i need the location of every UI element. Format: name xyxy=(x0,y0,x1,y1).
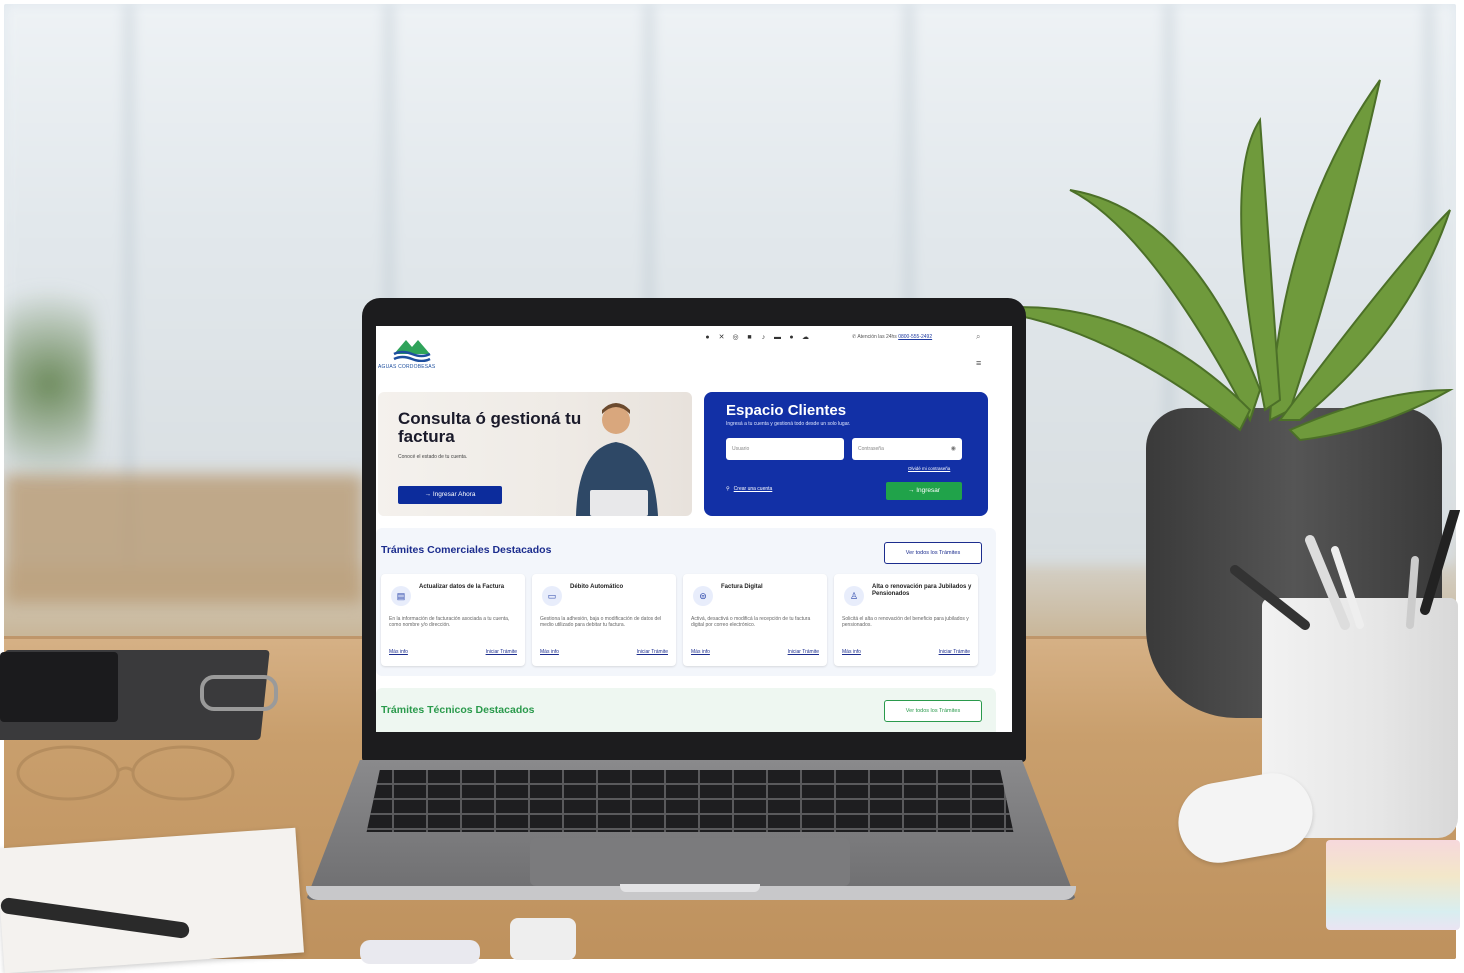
show-password-icon[interactable]: ◉ xyxy=(951,438,956,460)
logo-text: AGUAS CORDOBESAS xyxy=(378,364,436,370)
see-all-technical-button[interactable]: Ver todos los Trámites xyxy=(884,700,982,722)
binder-clip xyxy=(200,675,278,711)
whatsapp-icon[interactable]: ● xyxy=(788,334,795,341)
phone-contact: ✆ Atención las 24hs 0800-555-2492 xyxy=(852,334,932,340)
cloud-icon[interactable]: ☁ xyxy=(802,334,809,341)
sticky-notes xyxy=(1326,840,1460,930)
instagram-icon[interactable]: ◎ xyxy=(732,334,739,341)
tiktok-icon[interactable]: ♪ xyxy=(760,334,767,341)
more-info-link[interactable]: Más info xyxy=(842,649,861,655)
more-info-link[interactable]: Más info xyxy=(540,649,559,655)
background-plant xyxy=(4,254,94,514)
pens xyxy=(1230,510,1460,630)
correction-pen xyxy=(360,940,480,964)
forgot-password-link[interactable]: Olvidé mi contraseña xyxy=(908,466,950,471)
technical-procedures-section: Trámites Técnicos Destacados Ver todos l… xyxy=(376,688,996,732)
start-procedure-link[interactable]: Iniciar Trámite xyxy=(486,649,517,655)
logo-mountain-icon[interactable] xyxy=(392,334,432,362)
hamburger-menu-icon[interactable]: ≡ xyxy=(976,358,981,368)
phone-number-link[interactable]: 0800-555-2492 xyxy=(898,334,932,340)
card-description: En la información de facturación asociad… xyxy=(389,616,510,628)
more-info-link[interactable]: Más info xyxy=(691,649,710,655)
card-title: Alta o renovación para Jubilados y Pensi… xyxy=(872,584,972,597)
commercial-procedures-section: Trámites Comerciales Destacados Ver todo… xyxy=(376,528,996,676)
create-account: ⚲ Crear una cuenta xyxy=(726,486,772,492)
man-with-laptop-photo xyxy=(576,403,658,516)
password-placeholder: Contraseña xyxy=(858,446,884,452)
x-icon[interactable]: ✕ xyxy=(718,334,725,341)
document-icon: ▤ xyxy=(391,586,411,606)
card-description: Solicitá el alta o renovación del benefi… xyxy=(842,616,969,628)
password-input[interactable]: Contraseña ◉ xyxy=(852,438,962,460)
card-description: Activá, desactivá o modificá la recepció… xyxy=(691,616,811,628)
phone-prefix: Atención las 24hs xyxy=(857,334,897,340)
see-all-commercial-button[interactable]: Ver todos los Trámites xyxy=(884,542,982,564)
paper-notepad xyxy=(0,827,304,973)
site-header: AGUAS CORDOBESAS ● ✕ ◎ ■ ♪ ▬ ● ☁ ✆ Atenc… xyxy=(376,326,1012,386)
procedure-card: ⊜ Factura Digital Activá, desactivá o mo… xyxy=(683,574,827,666)
ingresar-ahora-button[interactable]: → Ingresar Ahora xyxy=(398,486,502,504)
start-procedure-link[interactable]: Iniciar Trámite xyxy=(637,649,668,655)
hero-subtitle: Conocé el estado de tu cuenta. xyxy=(398,454,468,460)
plant-leaves xyxy=(980,79,1454,442)
start-procedure-link[interactable]: Iniciar Trámite xyxy=(939,649,970,655)
create-account-link[interactable]: Crear una cuenta xyxy=(734,486,773,492)
facebook-icon[interactable]: ● xyxy=(704,334,711,341)
invoice-hero-banner: Consulta ó gestioná tu factura Conocé el… xyxy=(378,392,692,516)
more-info-link[interactable]: Más info xyxy=(389,649,408,655)
card-title: Factura Digital xyxy=(721,584,763,590)
youtube-icon[interactable]: ▬ xyxy=(774,334,781,341)
procedure-card: ♙ Alta o renovación para Jubilados y Pen… xyxy=(834,574,978,666)
technical-section-title: Trámites Técnicos Destacados xyxy=(381,704,535,716)
website: AGUAS CORDOBESAS ● ✕ ◎ ■ ♪ ▬ ● ☁ ✆ Atenc… xyxy=(376,326,1012,732)
trackpad[interactable] xyxy=(530,838,850,886)
clients-subtitle: Ingresá a tu cuenta y gestioná todo desd… xyxy=(726,421,851,427)
login-button[interactable]: → Ingresar xyxy=(886,482,962,500)
client-login-panel: Espacio Clientes Ingresá a tu cuenta y g… xyxy=(704,392,988,516)
card-description: Gestiona la adhesión, baja o modificació… xyxy=(540,616,662,628)
search-icon[interactable]: ⌕ xyxy=(976,332,980,342)
procedure-card: ▭ Débito Automático Gestiona la adhesión… xyxy=(532,574,676,666)
laptop-notch xyxy=(620,884,760,892)
clients-title: Espacio Clientes xyxy=(726,402,847,419)
black-notebook xyxy=(0,652,118,722)
start-procedure-link[interactable]: Iniciar Trámite xyxy=(788,649,819,655)
card-title: Actualizar datos de la Factura xyxy=(419,584,505,590)
username-input[interactable]: Usuario xyxy=(726,438,844,460)
person-icon: ♙ xyxy=(844,586,864,606)
digital-invoice-icon: ⊜ xyxy=(693,586,713,606)
commercial-cards: ▤ Actualizar datos de la Factura En la i… xyxy=(381,574,978,666)
card-icon: ▭ xyxy=(542,586,562,606)
user-add-icon: ⚲ xyxy=(726,486,730,492)
eyeglasses xyxy=(16,745,235,801)
procedure-card: ▤ Actualizar datos de la Factura En la i… xyxy=(381,574,525,666)
social-links: ● ✕ ◎ ■ ♪ ▬ ● ☁ xyxy=(704,334,809,341)
commercial-section-title: Trámites Comerciales Destacados xyxy=(381,544,552,556)
keyboard-rows xyxy=(366,770,1014,832)
phone-icon: ✆ xyxy=(852,334,857,340)
laptop-screen: AGUAS CORDOBESAS ● ✕ ◎ ■ ♪ ▬ ● ☁ ✆ Atenc… xyxy=(376,326,1012,732)
card-title: Débito Automático xyxy=(570,584,624,590)
linkedin-icon[interactable]: ■ xyxy=(746,334,753,341)
eraser xyxy=(510,918,576,960)
